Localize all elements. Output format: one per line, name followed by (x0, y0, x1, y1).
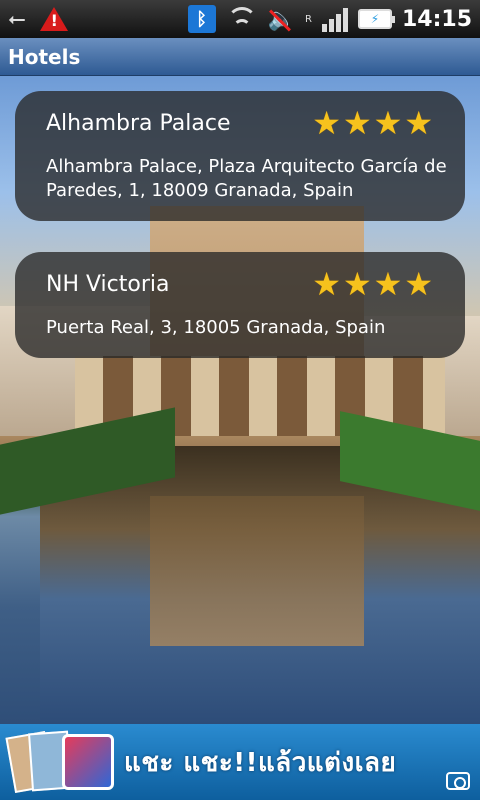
hotel-name: Alhambra Palace (46, 110, 231, 136)
ad-photo-stack-icon (0, 724, 120, 800)
hotel-card[interactable]: Alhambra Palace ★ ★ ★ ★ Alhambra Palace,… (15, 91, 465, 221)
hotel-rating: ★ ★ ★ ★ (312, 268, 453, 300)
mute-icon: 🔈 (267, 6, 296, 32)
hotel-name: NH Victoria (46, 271, 170, 297)
warning-icon (39, 7, 68, 31)
photo-reflection (150, 496, 364, 646)
battery-charging-icon: ⚡ (357, 9, 395, 29)
hotel-card[interactable]: NH Victoria ★ ★ ★ ★ Puerta Real, 3, 1800… (15, 252, 465, 358)
camera-icon (446, 772, 470, 790)
network-letter: R (305, 13, 312, 25)
hotel-rating: ★ ★ ★ ★ (312, 107, 453, 139)
star-icon: ★ (373, 265, 403, 303)
star-icon: ★ (373, 104, 403, 142)
star-icon: ★ (404, 265, 433, 303)
wifi-icon (226, 7, 258, 31)
star-icon: ★ (312, 104, 341, 142)
star-icon: ★ (404, 104, 433, 142)
usb-icon: ⭠ (8, 6, 26, 32)
ad-banner[interactable]: แชะ แชะ!!แล้วแต่งเลย (0, 724, 480, 800)
page-title: Hotels (8, 44, 81, 69)
status-bar: ⭠ ᛒ 🔈 R ⚡ 14:15 (0, 0, 480, 38)
title-bar: Hotels (0, 38, 480, 76)
bluetooth-icon: ᛒ (187, 5, 216, 33)
signal-icon (321, 6, 348, 32)
status-time: 14:15 (401, 6, 472, 32)
star-icon: ★ (342, 104, 372, 142)
hotel-address: Alhambra Palace, Plaza Arquitecto García… (46, 156, 447, 201)
star-icon: ★ (342, 265, 372, 303)
ad-text: แชะ แชะ!!แล้วแต่งเลย (124, 747, 397, 778)
star-icon: ★ (312, 265, 341, 303)
hotel-address: Puerta Real, 3, 18005 Granada, Spain (46, 317, 386, 338)
